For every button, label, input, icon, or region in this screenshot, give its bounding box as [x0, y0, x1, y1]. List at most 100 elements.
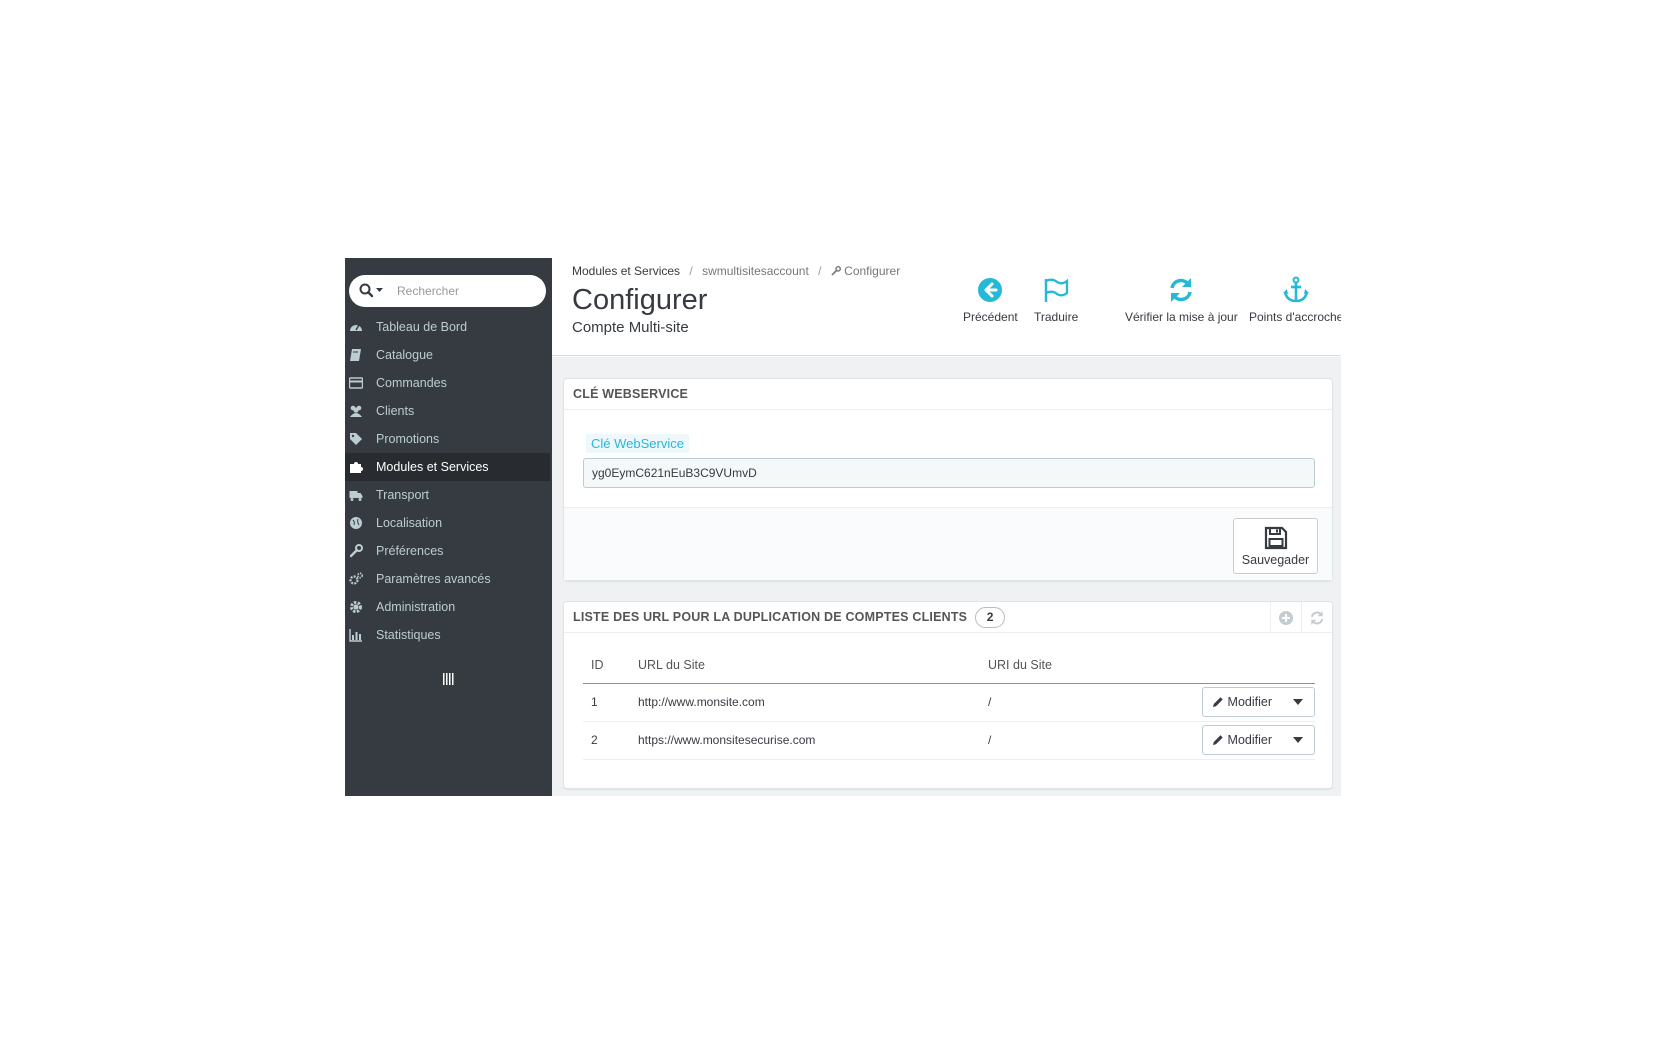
cogs-icon	[349, 572, 363, 585]
url-count-badge: 2	[975, 606, 1006, 628]
admin-app: Tableau de Bord Catalogue Commandes Clie…	[345, 258, 1341, 796]
collapse-sidebar-icon[interactable]	[441, 672, 455, 686]
sidebar-item-label: Clients	[376, 404, 415, 418]
sidebar-item-dashboard[interactable]: Tableau de Bord	[345, 313, 552, 341]
breadcrumb-separator: /	[689, 264, 693, 278]
actions-dropdown-toggle[interactable]	[1282, 688, 1314, 716]
webservice-panel-heading: CLÉ WEBSERVICE	[564, 379, 1332, 410]
edit-button[interactable]: Modifier	[1203, 726, 1282, 754]
sidebar-item-preferences[interactable]: Préférences	[345, 537, 552, 565]
dashboard-icon	[350, 324, 362, 331]
flag-icon	[1044, 278, 1069, 302]
back-button[interactable]: Précédent	[963, 276, 1018, 336]
caret-down-icon	[1293, 737, 1303, 743]
table-header-row: ID URL du Site URI du Site	[583, 647, 1315, 684]
translate-label: Traduire	[1034, 310, 1079, 324]
breadcrumb-configure: Configurer	[844, 264, 901, 278]
page-header: Modules et Services / swmultisitesaccoun…	[552, 258, 1341, 356]
breadcrumb-module[interactable]: swmultisitesaccount	[702, 264, 809, 278]
page-title: Configurer	[572, 284, 708, 316]
back-arrow-icon	[978, 278, 1003, 302]
users-icon	[350, 405, 362, 417]
table-row: 2 https://www.monsitesecurise.com / Modi…	[583, 721, 1315, 760]
row-actions: Modifier	[1193, 721, 1315, 760]
edit-button-group: Modifier	[1201, 687, 1315, 717]
sidebar-item-transport[interactable]: Transport	[345, 481, 552, 509]
sidebar-item-catalogue[interactable]: Catalogue	[345, 341, 552, 369]
url-table: ID URL du Site URI du Site 1 http://www.…	[583, 647, 1315, 760]
webservice-key-input[interactable]	[583, 458, 1315, 488]
pencil-icon	[1212, 735, 1223, 745]
row-id: 1	[583, 683, 630, 722]
edit-button[interactable]: Modifier	[1203, 688, 1282, 716]
sidebar-item-promotions[interactable]: Promotions	[345, 425, 552, 453]
actions-dropdown-toggle[interactable]	[1282, 726, 1314, 754]
row-url: https://www.monsitesecurise.com	[630, 721, 980, 760]
refresh-icon	[1310, 610, 1324, 625]
wrench-icon	[831, 266, 841, 276]
sidebar-item-label: Paramètres avancés	[376, 572, 491, 586]
book-icon	[350, 349, 361, 361]
edit-label: Modifier	[1227, 733, 1272, 747]
column-url: URL du Site	[630, 647, 980, 684]
sidebar-item-label: Localisation	[376, 516, 443, 530]
save-button[interactable]: Sauvegader	[1233, 518, 1318, 574]
refresh-list-button[interactable]	[1301, 602, 1332, 633]
row-id: 2	[583, 721, 630, 760]
sidebar-item-clients[interactable]: Clients	[345, 397, 552, 425]
add-url-button[interactable]	[1270, 602, 1301, 633]
row-uri: /	[980, 683, 1194, 722]
webservice-panel-footer: Sauvegader	[564, 507, 1332, 580]
sidebar-item-label: Promotions	[376, 432, 440, 446]
truck-icon	[349, 491, 363, 501]
sidebar-item-commandes[interactable]: Commandes	[345, 369, 552, 397]
gear-icon	[350, 601, 362, 613]
sidebar-item-label: Commandes	[376, 376, 447, 390]
row-url: http://www.monsite.com	[630, 683, 980, 722]
anchor-icon	[1283, 276, 1310, 303]
check-update-button[interactable]: Vérifier la mise à jour	[1125, 276, 1238, 336]
search-icon[interactable]	[359, 283, 387, 299]
translate-button[interactable]: Traduire	[1034, 276, 1078, 336]
sidebar-nav: Tableau de Bord Catalogue Commandes Clie…	[345, 313, 552, 649]
main-content: CLÉ WEBSERVICE Clé WebService Sauvegader	[552, 357, 1341, 796]
column-uri: URI du Site	[980, 647, 1194, 684]
credit-card-icon	[349, 377, 363, 389]
sidebar-item-label: Statistiques	[376, 628, 441, 642]
sidebar-item-stats[interactable]: Statistiques	[345, 621, 552, 649]
url-list-panel: LISTE DES URL POUR LA DUPLICATION DE COM…	[563, 601, 1333, 789]
webservice-key-label: Clé WebService	[586, 434, 689, 453]
breadcrumb: Modules et Services / swmultisitesaccoun…	[572, 264, 900, 278]
save-icon	[1264, 526, 1287, 550]
sidebar-item-label: Préférences	[376, 544, 444, 558]
search-box[interactable]	[349, 275, 546, 307]
pencil-icon	[1212, 697, 1223, 707]
breadcrumb-modules[interactable]: Modules et Services	[572, 264, 680, 278]
column-id: ID	[583, 647, 630, 684]
sidebar-item-label: Transport	[376, 488, 430, 502]
webservice-panel-title: CLÉ WEBSERVICE	[573, 387, 689, 401]
sidebar-item-administration[interactable]: Administration	[345, 593, 552, 621]
add-circle-icon	[1279, 610, 1293, 625]
edit-label: Modifier	[1227, 695, 1272, 709]
hooks-label: Points d'accroche	[1249, 310, 1341, 324]
puzzle-icon	[350, 462, 363, 473]
sidebar-item-label: Modules et Services	[376, 460, 489, 474]
check-update-label: Vérifier la mise à jour	[1125, 310, 1238, 324]
row-actions: Modifier	[1193, 683, 1315, 722]
tags-icon	[350, 433, 362, 445]
wrench-icon	[349, 544, 363, 558]
hooks-button[interactable]: Points d'accroche	[1249, 276, 1341, 336]
url-list-panel-title: LISTE DES URL POUR LA DUPLICATION DE COM…	[573, 610, 968, 624]
edit-button-group: Modifier	[1201, 725, 1315, 755]
sidebar-item-localisation[interactable]: Localisation	[345, 509, 552, 537]
sidebar-item-label: Tableau de Bord	[376, 320, 468, 334]
page-subtitle: Compte Multi-site	[572, 319, 689, 336]
sidebar-item-modules[interactable]: Modules et Services	[345, 453, 550, 481]
sidebar-item-label: Catalogue	[376, 348, 433, 362]
sidebar-item-advanced[interactable]: Paramètres avancés	[345, 565, 552, 593]
globe-icon	[350, 517, 362, 529]
search-input[interactable]	[397, 281, 537, 301]
row-uri: /	[980, 721, 1194, 760]
table-row: 1 http://www.monsite.com / Modifier	[583, 683, 1315, 722]
